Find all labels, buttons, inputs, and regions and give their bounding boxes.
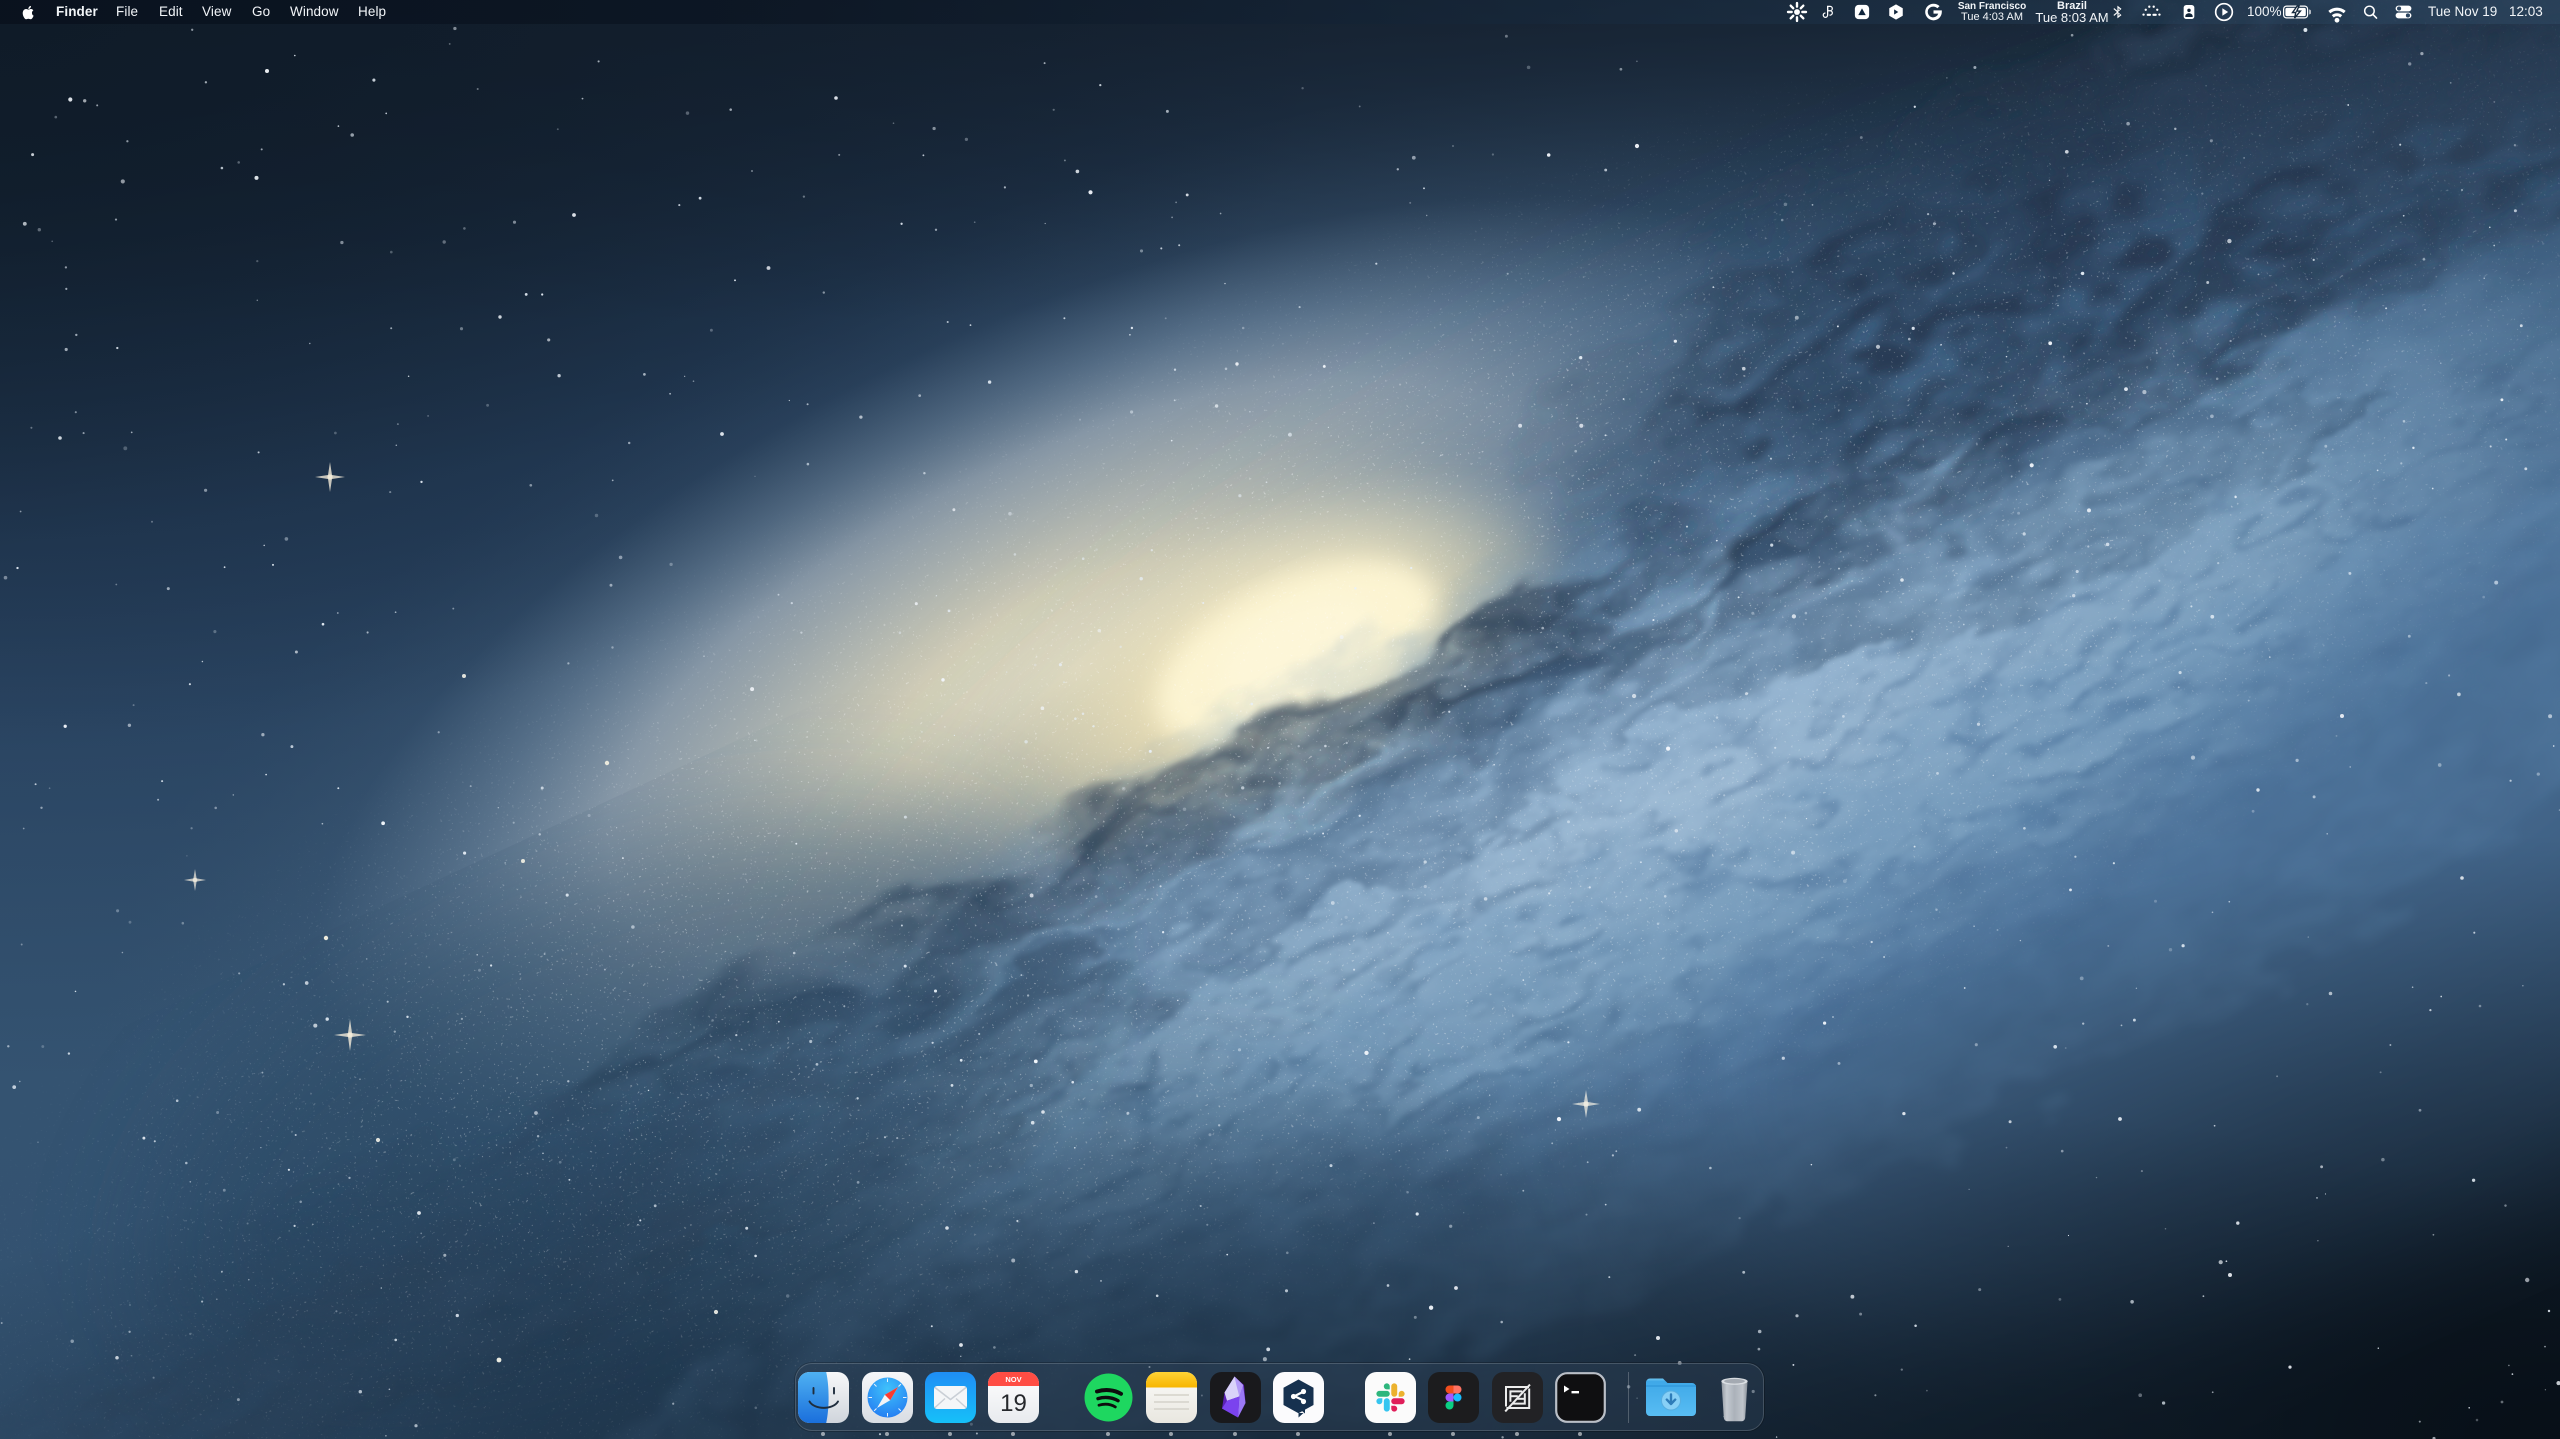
- svg-text:19: 19: [1000, 1390, 1027, 1417]
- svg-text:NOV: NOV: [1005, 1375, 1021, 1384]
